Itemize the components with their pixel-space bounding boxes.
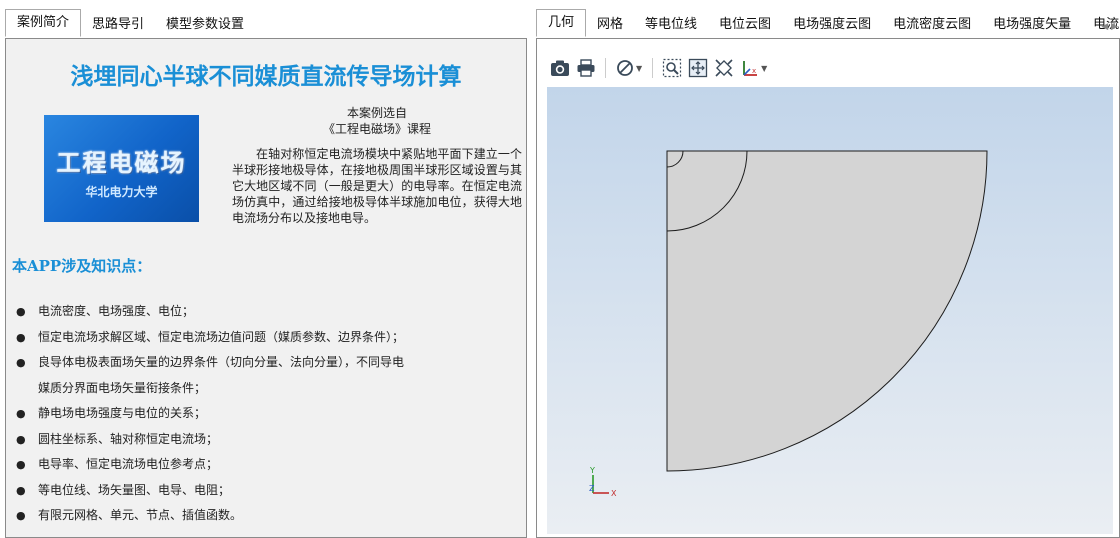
tab-potential-contour[interactable]: 电位云图 xyxy=(708,13,782,37)
chevron-down-icon[interactable]: ▼ xyxy=(761,64,767,73)
tab-geometry[interactable]: 几何 xyxy=(536,9,587,37)
fit-icon[interactable] xyxy=(711,56,737,80)
source-line-2: 《工程电磁场》课程 xyxy=(322,122,431,136)
geometry-canvas[interactable]: Y Z X xyxy=(547,87,1113,534)
list-item: ● 电流密度、电场强度、电位； xyxy=(16,299,521,325)
bullet-icon: ● xyxy=(16,458,26,471)
list-item: ● 电导率、恒定电流场电位参考点； xyxy=(16,452,521,478)
bullet-icon: ● xyxy=(16,305,26,318)
outer-region xyxy=(666,150,988,472)
graphics-toolbar: ▼ x ▼ xyxy=(547,55,771,81)
list-item-text: 良导体电极表面场矢量的边界条件（切向分量、法向分量），不同导电 xyxy=(38,355,405,369)
logo-sub-text: 华北电力大学 xyxy=(85,185,158,199)
list-item-text: 电导率、恒定电流场电位参考点； xyxy=(38,457,219,471)
tab-mesh[interactable]: 网格 xyxy=(586,13,634,37)
knowledge-section-title: 本APP涉及知识点： xyxy=(12,257,152,275)
page-title: 浅埋同心半球不同媒质直流传导场计算 xyxy=(70,63,462,90)
list-item-text-cont: 媒质分界面电场矢量衔接条件； xyxy=(38,380,207,395)
axes-icon[interactable]: x xyxy=(737,56,763,80)
bullet-icon: ● xyxy=(16,432,26,446)
toolbar-separator xyxy=(605,58,606,78)
list-item: ● 静电场电场强度与电位的关系； xyxy=(16,401,521,427)
tab-case-intro[interactable]: 案例简介 xyxy=(5,9,82,37)
tab-efield-vector[interactable]: 电场强度矢量 xyxy=(982,13,1082,37)
print-icon[interactable] xyxy=(573,56,599,80)
axis-z-label: Z xyxy=(589,484,595,493)
axis-triad: Y Z X xyxy=(589,466,617,498)
bullet-icon: ● xyxy=(16,407,26,420)
intro-paragraph: 在轴对称恒定电流场模块中紧贴地平面下建立一个半球形接地极导体，在接地极周围半球形… xyxy=(232,147,522,225)
list-item: ● 有限元网格、单元、节点、插值函数。 xyxy=(16,503,521,529)
intro-text: 本案例选自 《工程电磁场》课程 在轴对称恒定电流场模块中紧贴地平面下建立一个半球… xyxy=(232,105,522,226)
tab-scroll-arrows[interactable]: ◀ ▶ xyxy=(1101,22,1118,32)
logo-main-text: 工程电磁场 xyxy=(56,149,187,177)
bullet-icon: ● xyxy=(16,483,26,497)
geometry-view[interactable]: Y Z X xyxy=(547,87,1113,534)
list-item-text: 恒定电流场求解区域、恒定电流场边值问题（媒质参数、边界条件）； xyxy=(38,329,405,344)
axis-x-label: X xyxy=(611,489,617,498)
tab-efield-contour[interactable]: 电场强度云图 xyxy=(782,13,882,37)
toolbar-separator xyxy=(652,58,654,78)
bullet-icon: ● xyxy=(16,356,26,369)
tab-current-density-contour[interactable]: 电流密度云图 xyxy=(882,13,982,37)
list-item-text: 电流密度、电场强度、电位； xyxy=(38,304,195,318)
chevron-down-icon[interactable]: ▼ xyxy=(636,64,642,73)
clear-icon[interactable] xyxy=(612,56,638,80)
list-item-text: 静电场电场强度与电位的关系； xyxy=(38,406,207,420)
zoom-box-icon[interactable] xyxy=(659,56,685,80)
source-line-1: 本案例选自 xyxy=(346,106,407,120)
list-item: ● 良导体电极表面场矢量的边界条件（切向分量、法向分量），不同导电 媒质分界面电场矢… xyxy=(16,350,521,401)
zoom-extents-icon[interactable] xyxy=(685,56,711,80)
knowledge-list: ● 电流密度、电场强度、电位； ● 恒定电流场求解区域、恒定电流场边值问题（媒质参数… xyxy=(16,299,521,529)
list-item-text: 圆柱坐标系、轴对称恒定电流场； xyxy=(38,431,219,446)
bullet-icon: ● xyxy=(16,509,26,522)
intro-panel: 浅埋同心半球不同媒质直流传导场计算 工程电磁场 华北电力大学 本案例选自 《工程… xyxy=(5,38,527,538)
course-logo: 工程电磁场 华北电力大学 xyxy=(44,115,199,222)
camera-icon[interactable] xyxy=(547,56,573,80)
bullet-icon: ● xyxy=(16,330,26,344)
list-item-text: 有限元网格、单元、节点、插值函数。 xyxy=(38,508,243,522)
list-item-text: 等电位线、场矢量图、电导、电阻； xyxy=(38,482,231,497)
axis-y-label: Y xyxy=(589,466,595,475)
left-tab-bar: 案例简介 思路导引 模型参数设置 xyxy=(5,0,255,38)
list-item: ● 恒定电流场求解区域、恒定电流场边值问题（媒质参数、边界条件）； xyxy=(16,325,521,351)
tab-model-params[interactable]: 模型参数设置 xyxy=(155,13,255,37)
tab-guide[interactable]: 思路导引 xyxy=(81,13,155,37)
svg-text:x: x xyxy=(752,67,756,75)
tab-equipotential[interactable]: 等电位线 xyxy=(634,13,708,37)
right-tab-bar: 几何 网格 等电位线 电位云图 电场强度云图 电流密度云图 电场强度矢量 电流 xyxy=(536,0,1120,38)
list-item: ● 圆柱坐标系、轴对称恒定电流场； xyxy=(16,427,521,453)
list-item: ● 等电位线、场矢量图、电导、电阻； xyxy=(16,478,521,504)
graphics-panel: ▼ x ▼ Y Z X xyxy=(536,38,1120,538)
